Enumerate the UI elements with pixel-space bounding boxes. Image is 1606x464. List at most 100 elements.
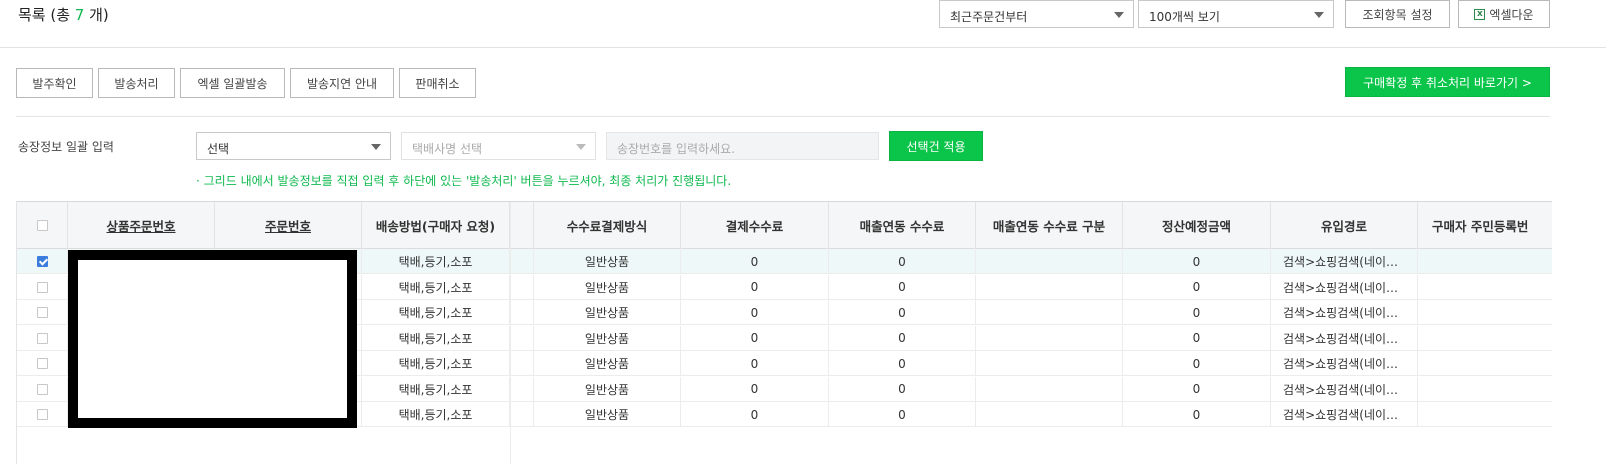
row-checkbox[interactable] xyxy=(36,409,48,420)
header-delivery-method: 배송방법(구매자 요청) xyxy=(362,202,510,249)
cell-sales-fee-value: 0 xyxy=(898,382,906,396)
row-checkbox[interactable] xyxy=(36,281,48,293)
header-product-order-no[interactable]: 상품주문번호 xyxy=(68,202,215,249)
cell-fee-type: 일반상품 xyxy=(534,300,681,325)
excel-download-button[interactable]: x 엑셀다운 xyxy=(1458,0,1550,28)
sort-select[interactable]: 최근주문건부터 xyxy=(939,0,1134,28)
cell-settlement-amount-value: 0 xyxy=(1192,382,1201,396)
columns-settings-label: 조회항목 설정 xyxy=(1362,7,1433,22)
cell-settlement-amount-value: 0 xyxy=(1192,254,1201,269)
header-spacer xyxy=(510,202,534,249)
header-label: 상품주문번호 xyxy=(106,219,176,234)
cell-inflow-path-value: 검색>쇼핑검색(네이… xyxy=(1283,280,1399,295)
invoice-bulk-label: 송장정보 일괄 입력 xyxy=(18,140,114,154)
cell-payment-fee: 0 xyxy=(681,300,829,325)
cell-payment-fee: 0 xyxy=(681,249,829,274)
courier-select-value: 택배사명 선택 xyxy=(412,142,483,156)
cell-delivery-method: 택배,등기,소포 xyxy=(362,274,510,300)
delivery-method-value: 선택 xyxy=(207,142,230,156)
chevron-down-icon xyxy=(576,144,586,150)
header-select-all[interactable] xyxy=(17,202,68,249)
header-order-no[interactable]: 주문번호 xyxy=(215,202,362,249)
cell-delivery-method-value: 택배,등기,소포 xyxy=(398,408,473,422)
row-checkbox[interactable] xyxy=(36,383,48,395)
ship-delay-notice-button[interactable]: 발송지연 안내 xyxy=(290,68,394,98)
confirm-order-button[interactable]: 발주확인 xyxy=(16,68,93,98)
cell-fee-type-value: 일반상품 xyxy=(584,255,630,269)
cell-inflow-path: 검색>쇼핑검색(네이… xyxy=(1271,300,1418,325)
header-label: 결제수수료 xyxy=(725,219,784,234)
cell-fee-type: 일반상품 xyxy=(534,274,681,300)
cell-delivery-method: 택배,등기,소포 xyxy=(362,351,510,376)
row-checkbox-cell[interactable] xyxy=(17,249,68,274)
cell-inflow-path: 검색>쇼핑검색(네이… xyxy=(1271,351,1418,376)
ship-button[interactable]: 발송처리 xyxy=(98,68,175,98)
invoice-notice: · 그리드 내에서 발송정보를 직접 입력 후 하단에 있는 '발송처리' 버튼… xyxy=(196,174,732,188)
cell-payment-fee-value: 0 xyxy=(750,356,759,371)
cancel-sale-label: 판매취소 xyxy=(415,76,460,91)
cell-sales-fee: 0 xyxy=(829,300,976,325)
delivery-method-select[interactable]: 선택 xyxy=(196,132,391,160)
cell-settlement-amount: 0 xyxy=(1123,249,1271,274)
page-size-select[interactable]: 100개씩 보기 xyxy=(1138,0,1334,28)
excel-bulk-ship-button[interactable]: 엑셀 일괄발송 xyxy=(180,68,285,98)
cancel-sale-button[interactable]: 판매취소 xyxy=(399,68,476,98)
row-checkbox[interactable] xyxy=(36,256,48,267)
list-title-suffix: 개) xyxy=(84,6,109,24)
list-title-prefix: 목록 (총 xyxy=(18,6,75,24)
cell-inflow-path-value: 검색>쇼핑검색(네이… xyxy=(1283,408,1399,422)
cell-spacer xyxy=(510,402,534,427)
cell-inflow-path: 검색>쇼핑검색(네이… xyxy=(1271,376,1418,402)
apply-selected-label: 선택건 적용 xyxy=(906,139,966,154)
cell-delivery-method-value: 택배,등기,소포 xyxy=(398,357,473,371)
list-count: 7 xyxy=(74,6,85,24)
row-checkbox-cell[interactable] xyxy=(17,351,68,376)
row-checkbox-cell[interactable] xyxy=(17,274,68,300)
cell-sales-fee-type xyxy=(976,300,1123,325)
row-checkbox-cell[interactable] xyxy=(17,376,68,402)
courier-select[interactable]: 택배사명 선택 xyxy=(401,132,596,160)
header-label: 배송방법(구매자 요청) xyxy=(375,219,496,234)
cell-payment-fee-value: 0 xyxy=(750,305,759,320)
header-label: 유입경로 xyxy=(1320,219,1367,234)
excel-bulk-ship-label: 엑셀 일괄발송 xyxy=(197,76,268,91)
cell-buyer-id-no xyxy=(1418,377,1552,402)
header-label: 매출연동 수수료 xyxy=(859,219,945,234)
row-checkbox-cell[interactable] xyxy=(17,300,68,325)
cell-payment-fee-value: 0 xyxy=(750,331,759,345)
row-checkbox-cell[interactable] xyxy=(17,325,68,351)
cell-inflow-path: 검색>쇼핑검색(네이… xyxy=(1271,249,1418,274)
cell-sales-fee-type xyxy=(976,402,1123,427)
cell-inflow-path-value: 검색>쇼핑검색(네이… xyxy=(1283,331,1399,346)
cell-settlement-amount: 0 xyxy=(1123,402,1271,427)
cell-buyer-id-no xyxy=(1418,351,1552,376)
cell-sales-fee: 0 xyxy=(829,325,976,351)
checkbox-icon[interactable] xyxy=(36,220,48,231)
row-checkbox-cell[interactable] xyxy=(17,402,68,427)
apply-selected-button[interactable]: 선택건 적용 xyxy=(889,131,983,161)
cell-fee-type: 일반상품 xyxy=(534,351,681,376)
cell-sales-fee-type xyxy=(976,351,1123,376)
cell-settlement-amount: 0 xyxy=(1123,351,1271,376)
cell-inflow-path-value: 검색>쇼핑검색(네이… xyxy=(1283,306,1399,320)
cell-inflow-path-value: 검색>쇼핑검색(네이… xyxy=(1283,382,1399,397)
row-checkbox[interactable] xyxy=(36,332,48,344)
cell-delivery-method: 택배,등기,소포 xyxy=(362,376,510,402)
header-label: 정산예정금액 xyxy=(1161,219,1231,234)
header-settlement-amount: 정산예정금액 xyxy=(1123,202,1271,249)
cell-payment-fee: 0 xyxy=(681,274,829,300)
columns-settings-button[interactable]: 조회항목 설정 xyxy=(1345,0,1450,28)
row-checkbox[interactable] xyxy=(36,307,48,318)
cell-delivery-method: 택배,등기,소포 xyxy=(362,325,510,351)
cell-spacer xyxy=(510,249,534,274)
tracking-number-input[interactable]: 송장번호를 입력하세요. xyxy=(606,132,879,160)
cell-delivery-method-value: 택배,등기,소포 xyxy=(398,331,473,346)
cell-buyer-id-no xyxy=(1418,249,1552,274)
cell-sales-fee: 0 xyxy=(829,402,976,427)
go-cancel-after-purchase-button[interactable]: 구매확정 후 취소처리 바로가기 > xyxy=(1345,67,1550,97)
cell-sales-fee-type xyxy=(976,274,1123,300)
grid-header: 상품주문번호 주문번호 배송방법(구매자 요청) 수수료결제방식 결제수수료 매… xyxy=(17,202,1552,249)
cell-sales-fee-type xyxy=(976,376,1123,402)
row-checkbox[interactable] xyxy=(36,358,48,369)
cell-spacer xyxy=(510,274,534,300)
